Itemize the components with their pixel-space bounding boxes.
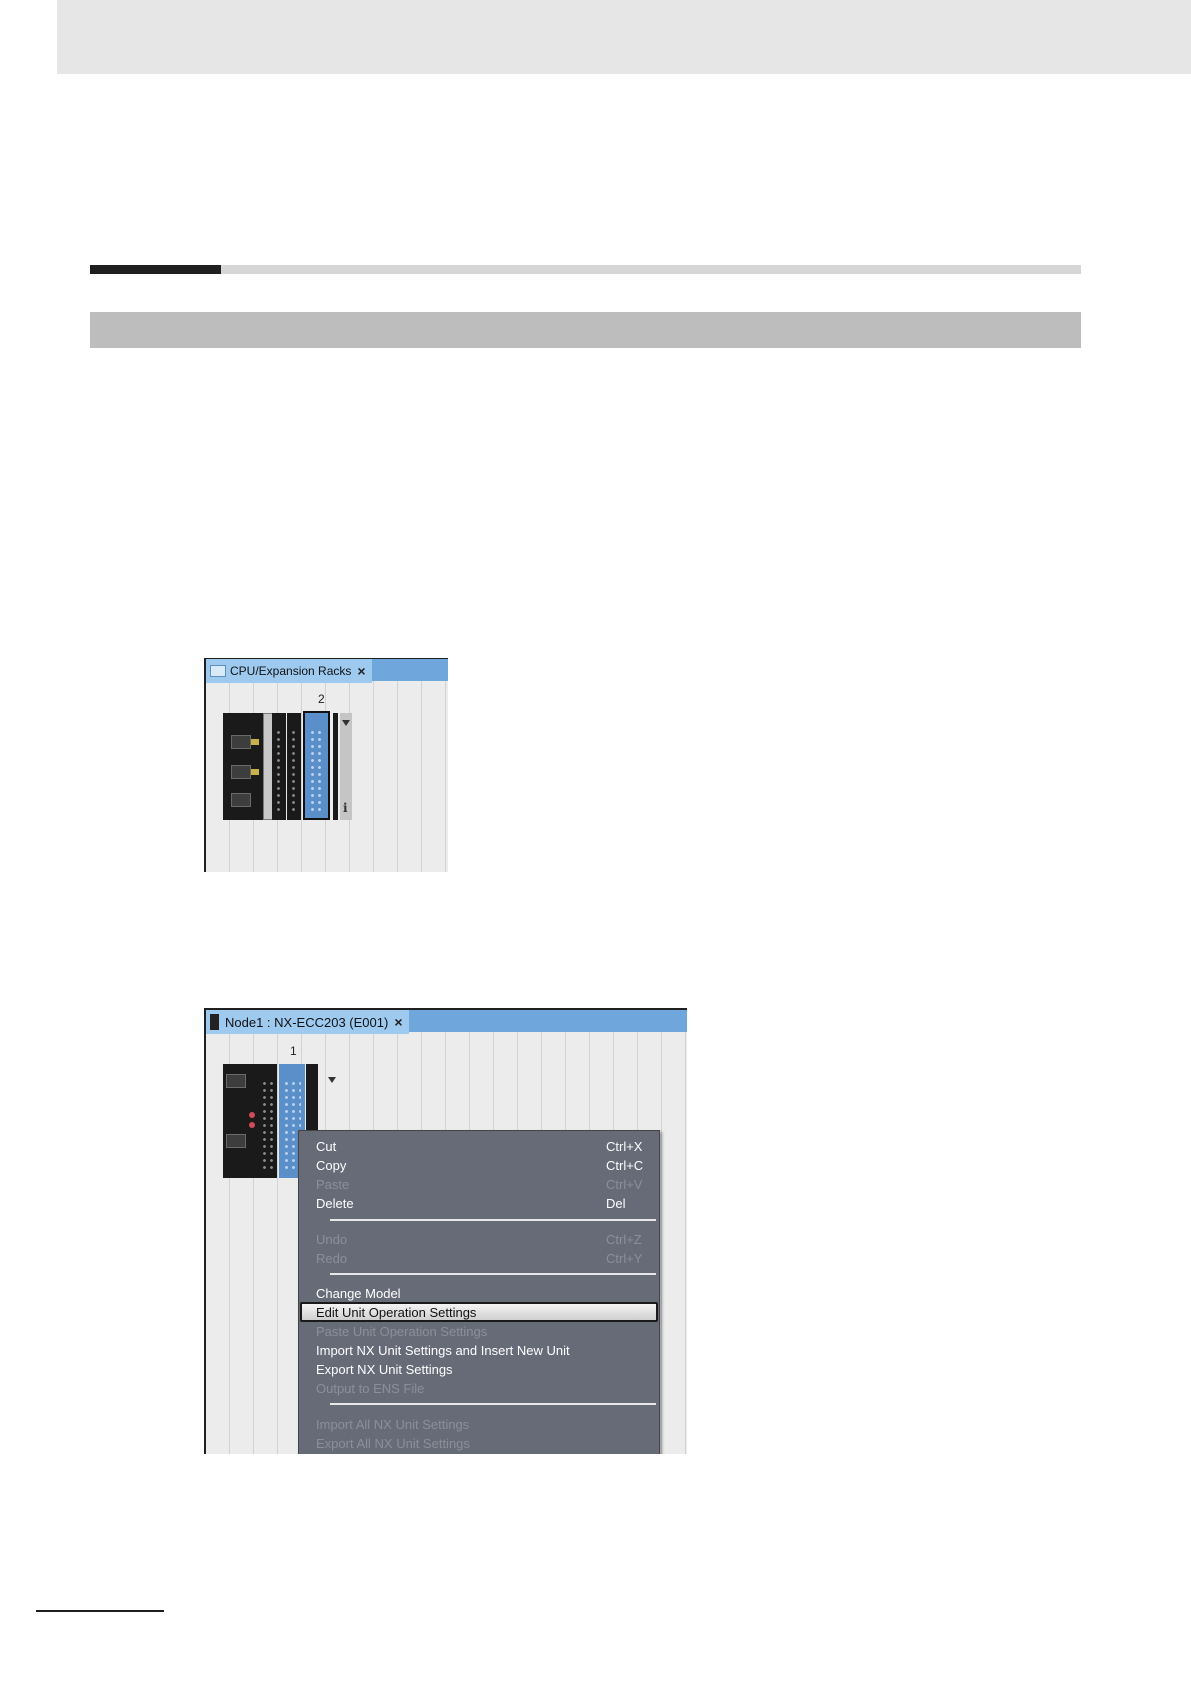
menu-item-shortcut: Ctrl+X bbox=[606, 1139, 643, 1154]
menu-item-label: Edit Unit Operation Settings bbox=[316, 1305, 477, 1320]
section-rule-accent bbox=[90, 265, 221, 274]
end-cover bbox=[333, 713, 338, 820]
menu-item-copy[interactable]: Copy Ctrl+C bbox=[299, 1157, 659, 1175]
page-header-band bbox=[57, 0, 1191, 74]
menu-separator bbox=[330, 1273, 656, 1275]
menu-item-shortcut: Ctrl+Z bbox=[606, 1232, 642, 1247]
chevron-down-icon[interactable] bbox=[328, 1077, 336, 1083]
menu-item-cut[interactable]: Cut Ctrl+X bbox=[299, 1138, 659, 1156]
menu-item-label: Delete bbox=[316, 1196, 354, 1211]
cpu-expansion-racks-screenshot: CPU/Expansion Racks × 2 i bbox=[204, 658, 448, 872]
menu-item-label: Copy bbox=[316, 1158, 347, 1173]
selected-io-unit[interactable] bbox=[303, 711, 330, 820]
menu-item-label: Import NX Unit Settings and Insert New U… bbox=[316, 1343, 570, 1358]
info-icon[interactable]: i bbox=[343, 801, 348, 815]
menu-separator bbox=[330, 1219, 656, 1221]
menu-item-import-nx-unit-settings-insert[interactable]: Import NX Unit Settings and Insert New U… bbox=[299, 1342, 659, 1360]
menu-item-shortcut: Ctrl+V bbox=[606, 1177, 643, 1192]
context-menu: Cut Ctrl+X Copy Ctrl+C Paste Ctrl+V Dele… bbox=[298, 1130, 660, 1454]
footer-rule bbox=[36, 1610, 164, 1612]
ethernet-port bbox=[231, 793, 251, 807]
menu-item-label: Export All NX Unit Settings bbox=[316, 1436, 470, 1451]
terminal-block bbox=[309, 729, 324, 812]
menu-item-output-to-ens-file: Output to ENS File bbox=[299, 1380, 659, 1398]
menu-item-label: Import All NX Unit Settings bbox=[316, 1417, 470, 1432]
menu-item-shortcut: Del bbox=[606, 1196, 626, 1211]
menu-item-label: Cut bbox=[316, 1139, 337, 1154]
cpu-unit[interactable] bbox=[223, 713, 263, 820]
section-rule bbox=[221, 265, 1081, 274]
menu-item-label: Paste Unit Operation Settings bbox=[316, 1324, 488, 1339]
node1-rack-screenshot: Node1 : NX-ECC203 (E001) × 1 Cut Ctrl+X … bbox=[204, 1008, 687, 1454]
menu-item-export-nx-unit-settings[interactable]: Export NX Unit Settings bbox=[299, 1361, 659, 1379]
menu-item-import-all-nx-unit-settings: Import All NX Unit Settings bbox=[299, 1416, 659, 1434]
chevron-down-icon[interactable] bbox=[342, 720, 350, 726]
ethernet-port bbox=[231, 765, 251, 779]
terminal-block bbox=[290, 729, 298, 814]
io-unit[interactable] bbox=[272, 713, 286, 820]
menu-item-label: Redo bbox=[316, 1251, 348, 1266]
menu-item-export-all-nx-unit-settings: Export All NX Unit Settings bbox=[299, 1435, 659, 1453]
menu-item-edit-unit-operation-settings[interactable]: Edit Unit Operation Settings bbox=[300, 1302, 658, 1322]
ethernet-port bbox=[231, 735, 251, 749]
status-led bbox=[249, 1112, 255, 1118]
menu-separator bbox=[330, 1403, 656, 1405]
indicator-led bbox=[251, 739, 259, 745]
terminal-block bbox=[275, 729, 283, 814]
status-led bbox=[249, 1122, 255, 1128]
menu-item-shortcut: Ctrl+C bbox=[606, 1158, 644, 1173]
tab-label: CPU/Expansion Racks bbox=[230, 664, 352, 678]
subsection-bar bbox=[90, 312, 1081, 348]
menu-item-redo: Redo Ctrl+Y bbox=[299, 1250, 659, 1268]
menu-item-shortcut: Ctrl+Y bbox=[606, 1251, 643, 1266]
io-unit[interactable] bbox=[287, 713, 301, 820]
menu-item-paste: Paste Ctrl+V bbox=[299, 1176, 659, 1194]
close-icon[interactable]: × bbox=[394, 1014, 402, 1030]
menu-item-label: Change Model bbox=[316, 1286, 401, 1301]
node-icon bbox=[210, 1014, 219, 1030]
terminal-block bbox=[261, 1080, 274, 1172]
indicator-led bbox=[251, 769, 259, 775]
menu-item-change-model[interactable]: Change Model bbox=[299, 1285, 659, 1303]
tab-label: Node1 : NX-ECC203 (E001) bbox=[225, 1014, 389, 1030]
slot-number: 2 bbox=[318, 692, 325, 706]
tab-node1[interactable]: Node1 : NX-ECC203 (E001) × bbox=[206, 1010, 409, 1034]
menu-item-undo: Undo Ctrl+Z bbox=[299, 1231, 659, 1249]
menu-item-label: Undo bbox=[316, 1232, 348, 1247]
ethernet-port bbox=[226, 1134, 246, 1148]
menu-item-label: Output to ENS File bbox=[316, 1381, 425, 1396]
rack-icon bbox=[210, 665, 226, 677]
menu-item-paste-unit-operation-settings: Paste Unit Operation Settings bbox=[299, 1323, 659, 1341]
ethernet-port bbox=[226, 1074, 246, 1088]
coupler-unit[interactable] bbox=[223, 1064, 277, 1178]
menu-item-label: Export NX Unit Settings bbox=[316, 1362, 453, 1377]
tab-cpu-expansion-racks[interactable]: CPU/Expansion Racks × bbox=[206, 659, 372, 683]
menu-item-label: Paste bbox=[316, 1177, 350, 1192]
close-icon[interactable]: × bbox=[357, 663, 365, 679]
menu-item-delete[interactable]: Delete Del bbox=[299, 1195, 659, 1213]
slot-number: 1 bbox=[290, 1044, 297, 1058]
